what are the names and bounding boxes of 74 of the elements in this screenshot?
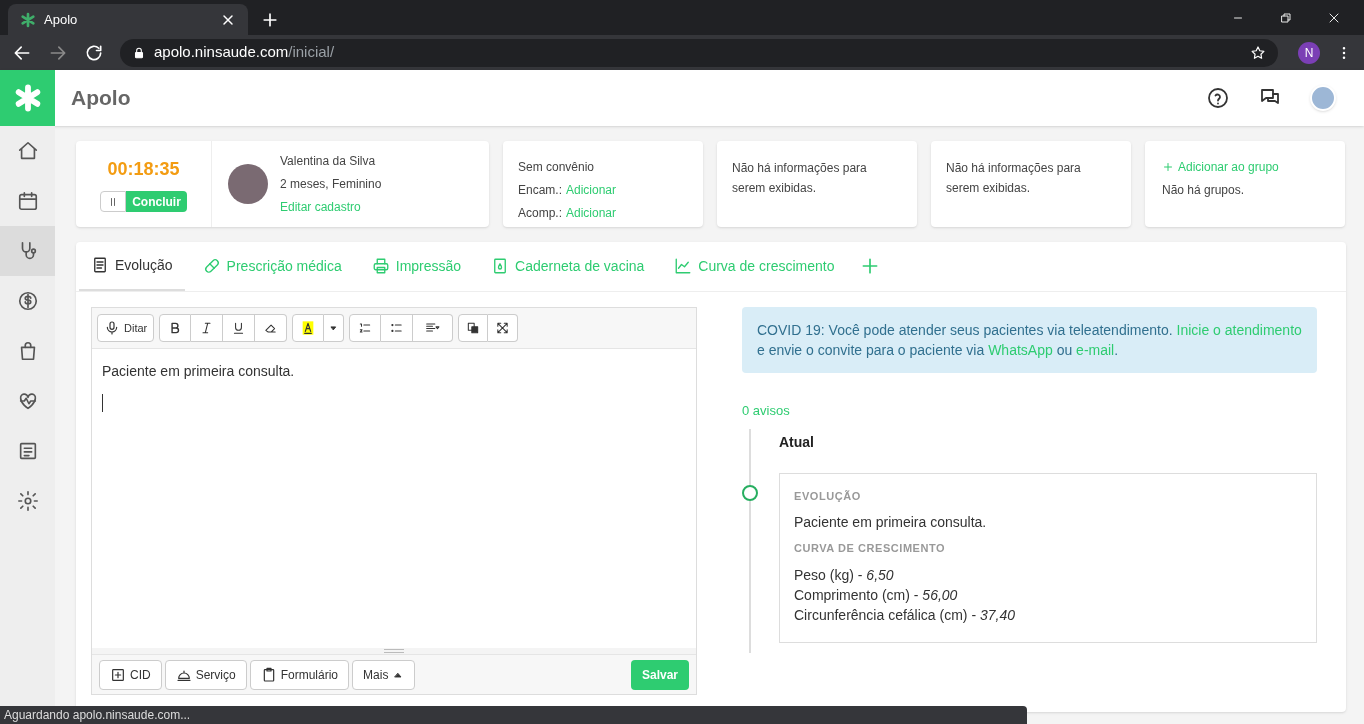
editor-action-button[interactable]: CID bbox=[99, 659, 162, 690]
restore-icon bbox=[1280, 11, 1292, 24]
caret-icon bbox=[324, 314, 345, 342]
entry-line: Peso (kg) - 6,50 bbox=[794, 565, 895, 585]
plus-icon bbox=[1162, 161, 1174, 173]
notice-link[interactable]: WhatsApp bbox=[988, 342, 1053, 358]
notice-link[interactable]: Inicie o atendimento bbox=[1176, 322, 1302, 338]
timeline-heading: Atual bbox=[779, 432, 815, 452]
help-icon bbox=[1206, 86, 1230, 110]
editor-action-button[interactable]: Mais bbox=[352, 659, 416, 690]
patient-name: Valentina da Silva bbox=[280, 153, 377, 170]
finish-button[interactable]: Concluir bbox=[126, 191, 187, 212]
section-title: CURVA DE CRESCIMENTO bbox=[794, 541, 947, 556]
empty-info-text: Não há informações para serem exibidas. bbox=[732, 160, 868, 197]
underline-icon bbox=[223, 314, 256, 342]
insurance-status: Sem convênio bbox=[518, 159, 596, 176]
microphone-icon bbox=[104, 320, 120, 336]
no-groups-text: Não há grupos. bbox=[1162, 182, 1246, 199]
save-button[interactable]: Salvar bbox=[630, 659, 689, 690]
bullet-list-icon bbox=[381, 314, 414, 342]
home-icon bbox=[16, 140, 39, 162]
covid-notice: COVID 19: Você pode atender seus pacientes via teleatendimento. Inicie o atendimento e envie o convite para o paciente via WhatsApp ou e-mail. bbox=[742, 307, 1317, 373]
entry-line: Paciente em primeira consulta. bbox=[794, 513, 988, 532]
browser-status-bar: Aguardando apolo.ninsaude.com... bbox=[0, 706, 1027, 724]
pill-icon bbox=[202, 257, 221, 275]
calendar-icon bbox=[16, 190, 39, 212]
align-dropdown-icon bbox=[413, 314, 454, 342]
fullscreen-icon bbox=[488, 314, 519, 342]
editor-action-button[interactable]: Formulário bbox=[249, 659, 350, 690]
line-chart-icon bbox=[674, 257, 693, 275]
numbered-list-icon bbox=[349, 314, 382, 342]
printer-icon bbox=[371, 257, 390, 275]
eraser-icon bbox=[255, 314, 288, 342]
app-title: Apolo bbox=[71, 85, 131, 112]
add-link[interactable]: Adicionar bbox=[566, 204, 617, 222]
add-group-link[interactable]: Adicionar ao grupo bbox=[1162, 158, 1328, 176]
edit-profile-link[interactable]: Editar cadastro bbox=[280, 198, 382, 216]
editor-text[interactable]: Paciente em primeira consulta. bbox=[102, 361, 686, 382]
tab[interactable]: Prescrição médica bbox=[190, 241, 354, 291]
entry-line: Comprimento (cm) - 56,00 bbox=[794, 585, 959, 605]
highlight-color-icon bbox=[292, 314, 325, 342]
reload-icon bbox=[84, 42, 104, 63]
entry-line: Circunferência cefálica (cm) - 37,40 bbox=[794, 605, 1016, 625]
star-icon bbox=[1250, 44, 1266, 61]
asterisk-icon bbox=[20, 11, 36, 28]
text-cursor bbox=[102, 394, 103, 412]
sidebar-item[interactable] bbox=[0, 226, 55, 276]
dollar-icon bbox=[16, 290, 39, 312]
address-bar[interactable]: apolo.ninsaude.com/inicial/ bbox=[120, 38, 1278, 67]
tab[interactable]: Impressão bbox=[359, 241, 474, 291]
add-box-icon bbox=[110, 666, 126, 683]
patient-details: 2 meses, Feminino bbox=[280, 176, 382, 193]
close-icon bbox=[1328, 11, 1340, 24]
editor-action-button[interactable]: Serviço bbox=[164, 659, 247, 690]
bold-icon bbox=[159, 314, 192, 342]
patient-photo-placeholder bbox=[228, 164, 268, 204]
add-link[interactable]: Adicionar bbox=[566, 181, 617, 199]
field-label: Acomp.: bbox=[518, 205, 562, 222]
warnings-count[interactable]: 0 avisos bbox=[742, 401, 1317, 421]
empty-info-text: Não há informações para serem exibidas. bbox=[946, 160, 1082, 197]
profile-avatar[interactable]: N bbox=[1298, 41, 1320, 64]
italic-icon bbox=[191, 314, 224, 342]
section-title: EVOLUÇÃO bbox=[794, 488, 862, 504]
asterisk-icon bbox=[13, 84, 42, 112]
tab[interactable]: Evolução bbox=[79, 241, 185, 291]
url-text: apolo.ninsaude.com/inicial/ bbox=[154, 42, 335, 63]
lock-icon bbox=[132, 45, 146, 60]
resize-handle[interactable] bbox=[384, 649, 404, 653]
tab[interactable]: Curva de crescimento bbox=[662, 241, 847, 291]
tab[interactable]: Caderneta de vacina bbox=[479, 241, 657, 291]
document-icon bbox=[91, 256, 109, 274]
session-timer: 00:18:35 bbox=[107, 158, 180, 181]
field-label: Encam.: bbox=[518, 182, 562, 199]
dictate-button[interactable]: Ditar bbox=[97, 314, 155, 342]
